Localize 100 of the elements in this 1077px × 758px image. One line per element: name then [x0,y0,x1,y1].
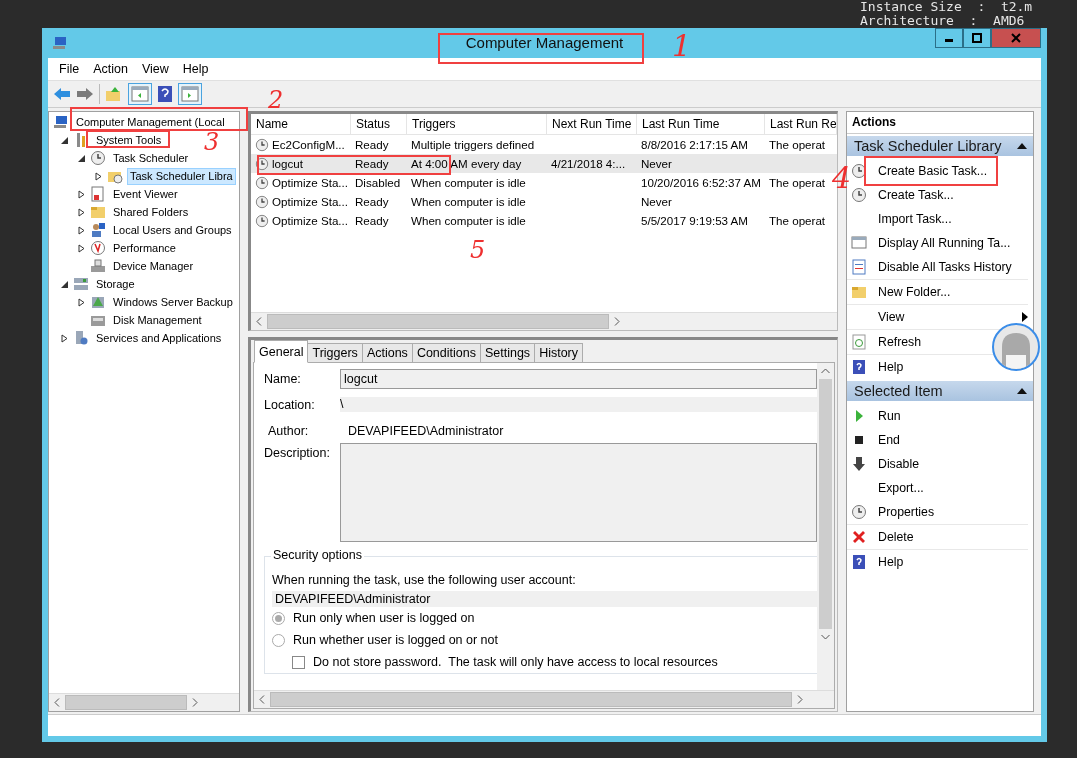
menu-item[interactable]: View [134,62,176,76]
action-link[interactable]: Properties [878,505,935,519]
chevron-down-icon[interactable] [821,634,830,640]
action-link[interactable]: New Folder... [878,285,951,299]
expander-icon[interactable] [77,243,86,253]
action-link[interactable]: Refresh [878,335,922,349]
column-header[interactable]: Triggers [407,114,547,134]
table-cell: Ec2ConfigM... [272,138,345,151]
action-link[interactable]: Create Basic Task... [878,164,988,178]
device-icon [90,258,106,274]
show-pane-button[interactable] [178,83,202,105]
tab[interactable]: Actions [361,343,413,363]
checkbox[interactable] [292,655,305,669]
menu-item[interactable]: Help [175,62,216,76]
column-header[interactable]: Last Run Time [637,114,765,134]
tab[interactable]: Conditions [411,343,481,363]
tree-item[interactable]: System Tools [93,131,165,149]
action-link[interactable]: Disable [878,457,919,471]
column-header[interactable]: Next Run Time [547,114,637,134]
close-button[interactable] [991,28,1041,48]
chevron-up-icon[interactable] [821,368,830,374]
tree-item[interactable]: Computer Management (Local [73,113,228,131]
expander-icon[interactable] [77,153,86,163]
action-link[interactable]: Disable All Tasks History [878,260,1012,274]
expander-icon[interactable] [77,189,86,199]
column-header[interactable]: Name [251,114,351,134]
action-link[interactable]: Export... [878,481,924,495]
tree-item[interactable]: Disk Management [110,311,205,329]
help-icon[interactable] [157,85,173,103]
menu-item[interactable]: Action [86,62,135,76]
annotation-number: 5 [470,235,486,266]
table-cell: 4/21/2018 4:... [551,157,626,170]
field-label: Location: [264,397,316,414]
action-link[interactable]: Display All Running Ta... [878,236,1011,250]
menu-item[interactable]: File [48,62,87,76]
action-link[interactable]: Help [878,555,904,569]
expander-icon[interactable] [60,135,69,145]
tree-item[interactable]: Services and Applications [93,329,225,347]
tree-item[interactable]: Event Viewer [110,185,181,203]
expander-icon[interactable] [60,333,69,343]
tab[interactable]: Triggers [307,343,363,363]
description-field[interactable] [340,443,817,542]
column-header[interactable]: Last Run Re [765,114,837,134]
tree-item[interactable]: Local Users and Groups [110,221,235,239]
section-header[interactable]: Task Scheduler Library [847,136,1033,156]
tree-item[interactable]: Windows Server Backup [110,293,236,311]
action-link[interactable]: View [878,310,905,324]
minimize-button[interactable] [935,28,963,48]
action-link[interactable]: Import Task... [878,212,952,226]
field-label: Description: [264,445,331,462]
tree-item[interactable]: Device Manager [110,257,197,275]
chevron-left-icon[interactable] [256,317,262,326]
tree-item[interactable]: Task Scheduler Libra [127,167,236,185]
action-link[interactable]: Run [878,409,901,423]
chevron-right-icon[interactable] [614,317,620,326]
table-cell: When computer is idle [411,176,526,189]
tab[interactable]: History [534,343,584,363]
back-arrow-icon[interactable] [53,86,71,102]
chevron-left-icon[interactable] [54,698,60,707]
expander-icon[interactable] [77,297,86,307]
tab[interactable]: General [254,340,309,363]
folder-up-icon[interactable] [105,86,123,102]
forward-arrow-icon[interactable] [76,86,94,102]
horizontal-scrollbar[interactable] [254,690,834,708]
window-title: Computer Management [465,34,624,51]
tree-item[interactable]: Shared Folders [110,203,192,221]
table-cell: At 4:00 AM every day [411,157,522,170]
tree-item[interactable]: Storage [93,275,138,293]
table-row[interactable]: Ec2ConfigM... Ready Multiple triggers defined 8/8/2016 2:17:15 AM The operat [251,135,837,154]
tab[interactable]: Settings [479,343,536,363]
column-header[interactable]: Status [351,114,407,134]
table-cell: The operat [769,214,826,227]
expander-icon[interactable] [60,279,69,289]
chevron-left-icon[interactable] [259,695,265,704]
action-link[interactable]: Create Task... [878,188,954,202]
action-link[interactable]: End [878,433,900,447]
name-field[interactable]: logcut [340,369,817,389]
action-link[interactable]: Delete [878,530,914,544]
action-link[interactable]: Help [878,360,904,374]
expander-icon[interactable] [77,207,86,217]
delete-icon [851,529,867,545]
chevron-right-icon[interactable] [192,698,198,707]
table-cell: When computer is idle [411,195,526,208]
server-icon [73,276,89,292]
table-row[interactable]: Optimize Sta... Ready When computer is idle Never [251,192,837,211]
refresh-icon [851,334,867,350]
show-pane-button[interactable] [128,83,152,105]
maximize-button[interactable] [963,28,991,48]
horizontal-scrollbar[interactable] [251,312,837,330]
tree-item[interactable]: Task Scheduler [110,149,192,167]
section-header[interactable]: Selected Item [847,381,1033,401]
expander-icon[interactable] [94,171,103,181]
table-row[interactable]: logcut Ready At 4:00 AM every day 4/21/2018 4:... Never [251,154,837,173]
tree-item[interactable]: Performance [110,239,179,257]
vertical-scrollbar[interactable] [817,363,834,690]
table-row[interactable]: Optimize Sta... Ready When computer is idle 5/5/2017 9:19:53 AM The operat [251,211,837,230]
chevron-right-icon[interactable] [797,695,803,704]
table-cell: Never [641,157,672,170]
horizontal-scrollbar[interactable] [49,693,239,711]
expander-icon[interactable] [77,225,86,235]
